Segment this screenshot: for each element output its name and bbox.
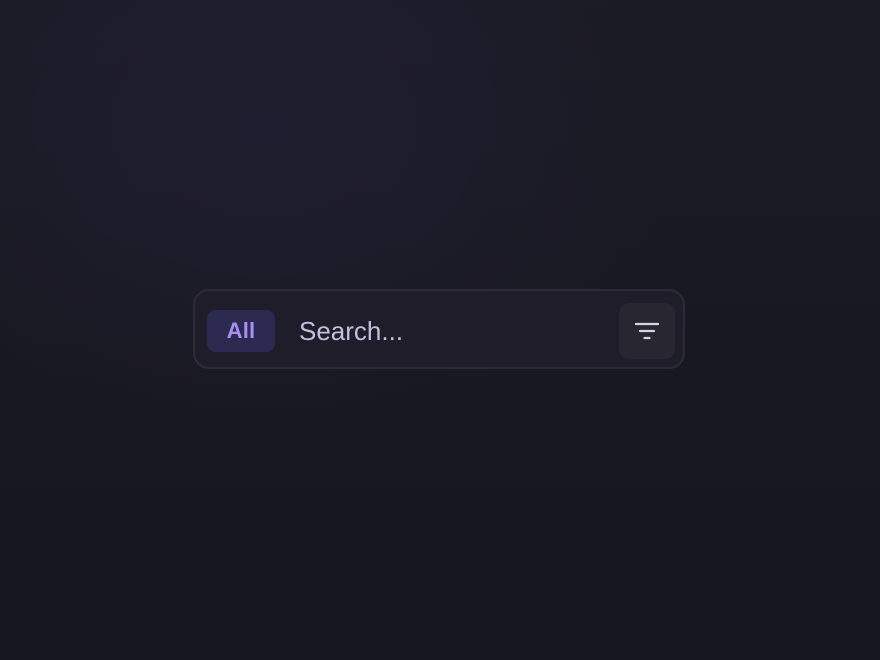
filter-button[interactable] [619, 303, 675, 359]
search-bar: All [193, 289, 685, 369]
scope-filter-chip[interactable]: All [207, 310, 275, 352]
filter-icon [635, 321, 659, 341]
search-input[interactable] [299, 311, 599, 351]
